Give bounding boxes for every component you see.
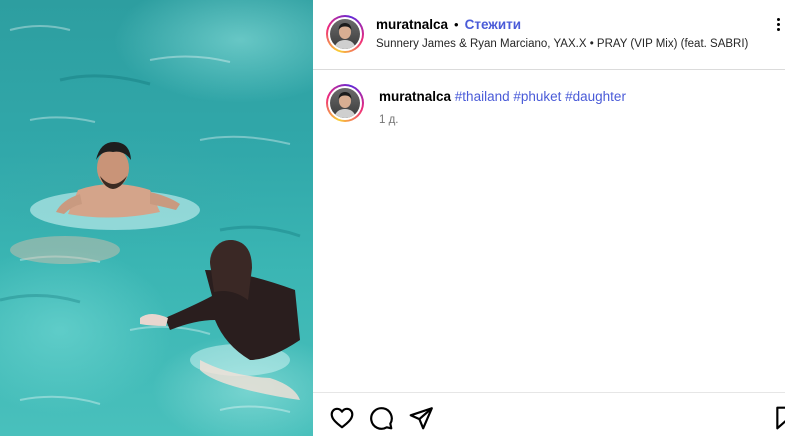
profile-photo: [334, 23, 356, 49]
comment-icon[interactable]: [368, 405, 394, 431]
post-media-photo[interactable]: [0, 0, 313, 436]
share-icon[interactable]: [408, 405, 434, 431]
post-author-username[interactable]: muratnalca: [376, 17, 448, 32]
separator-dot: •: [454, 17, 459, 32]
post-timestamp[interactable]: 1 д.: [379, 114, 399, 126]
more-options-icon[interactable]: [771, 16, 785, 34]
post-details-panel: muratnalca • Стежити Sunnery James & Rya…: [313, 0, 785, 436]
swimming-scene-image: [0, 25, 301, 413]
action-bar: [313, 392, 785, 436]
profile-photo: [334, 92, 356, 118]
post-header: muratnalca • Стежити Sunnery James & Rya…: [313, 0, 785, 70]
audio-track-link[interactable]: Sunnery James & Ryan Marciano, YAX.X • P…: [376, 38, 748, 50]
caption-text: muratnalca #thailand #phuket #daughter: [379, 89, 626, 104]
heart-icon[interactable]: [329, 405, 355, 431]
avatar[interactable]: [326, 84, 364, 122]
caption-hashtags[interactable]: #thailand #phuket #daughter: [455, 89, 626, 104]
caption-username[interactable]: muratnalca: [379, 89, 451, 104]
bookmark-icon[interactable]: [773, 405, 785, 431]
avatar[interactable]: [326, 15, 364, 53]
follow-button[interactable]: Стежити: [465, 17, 521, 32]
